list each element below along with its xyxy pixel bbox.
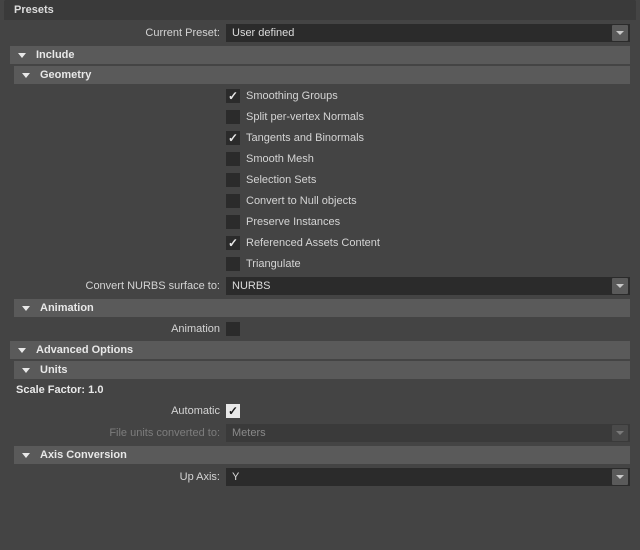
- smoothing-groups-label: Smoothing Groups: [246, 90, 338, 102]
- current-preset-value: User defined: [232, 27, 294, 39]
- referenced-assets-checkbox[interactable]: ✓: [226, 236, 240, 250]
- file-units-value: Meters: [232, 427, 266, 439]
- current-preset-dropdown[interactable]: User defined: [226, 24, 630, 42]
- chevron-down-icon: [22, 73, 30, 78]
- chevron-down-icon: [18, 348, 26, 353]
- section-geometry-header[interactable]: Geometry: [14, 66, 630, 84]
- chevron-down-icon: [612, 25, 628, 41]
- selection-sets-checkbox[interactable]: ✓: [226, 173, 240, 187]
- animation-checkbox[interactable]: ✓: [226, 322, 240, 336]
- chevron-down-icon: [612, 278, 628, 294]
- tangents-binormals-label: Tangents and Binormals: [246, 132, 364, 144]
- split-normals-label: Split per-vertex Normals: [246, 111, 364, 123]
- scale-factor-text: Scale Factor: 1.0: [16, 381, 630, 399]
- smoothing-groups-checkbox[interactable]: ✓: [226, 89, 240, 103]
- convert-null-checkbox[interactable]: ✓: [226, 194, 240, 208]
- automatic-label: Automatic: [10, 405, 226, 417]
- file-units-label: File units converted to:: [10, 427, 226, 439]
- automatic-checkbox[interactable]: ✓: [226, 404, 240, 418]
- tangents-binormals-checkbox[interactable]: ✓: [226, 131, 240, 145]
- section-axis-header[interactable]: Axis Conversion: [14, 446, 630, 464]
- chevron-down-icon: [22, 306, 30, 311]
- chevron-down-icon: [22, 453, 30, 458]
- include-header-label: Include: [36, 46, 75, 64]
- selection-sets-label: Selection Sets: [246, 174, 316, 186]
- chevron-down-icon: [18, 53, 26, 58]
- advanced-header-label: Advanced Options: [36, 341, 133, 359]
- preserve-instances-checkbox[interactable]: ✓: [226, 215, 240, 229]
- convert-nurbs-dropdown[interactable]: NURBS: [226, 277, 630, 295]
- referenced-assets-label: Referenced Assets Content: [246, 237, 380, 249]
- chevron-down-icon: [22, 368, 30, 373]
- convert-null-label: Convert to Null objects: [246, 195, 357, 207]
- animation-header-label: Animation: [40, 299, 94, 317]
- chevron-down-icon: [612, 425, 628, 441]
- smooth-mesh-checkbox[interactable]: ✓: [226, 152, 240, 166]
- section-presets-header: Presets: [4, 0, 636, 20]
- section-include-header[interactable]: Include: [10, 46, 630, 64]
- up-axis-label: Up Axis:: [10, 471, 226, 483]
- section-animation-header[interactable]: Animation: [14, 299, 630, 317]
- animation-label: Animation: [10, 323, 226, 335]
- preserve-instances-label: Preserve Instances: [246, 216, 340, 228]
- triangulate-label: Triangulate: [246, 258, 301, 270]
- up-axis-dropdown[interactable]: Y: [226, 468, 630, 486]
- chevron-down-icon: [612, 469, 628, 485]
- convert-nurbs-value: NURBS: [232, 280, 271, 292]
- units-header-label: Units: [40, 361, 68, 379]
- smooth-mesh-label: Smooth Mesh: [246, 153, 314, 165]
- section-advanced-header[interactable]: Advanced Options: [10, 341, 630, 359]
- convert-nurbs-label: Convert NURBS surface to:: [10, 280, 226, 292]
- up-axis-value: Y: [232, 471, 239, 483]
- current-preset-label: Current Preset:: [10, 27, 226, 39]
- axis-header-label: Axis Conversion: [40, 446, 127, 464]
- split-normals-checkbox[interactable]: ✓: [226, 110, 240, 124]
- section-units-header[interactable]: Units: [14, 361, 630, 379]
- file-units-dropdown: Meters: [226, 424, 630, 442]
- geometry-header-label: Geometry: [40, 66, 91, 84]
- triangulate-checkbox[interactable]: ✓: [226, 257, 240, 271]
